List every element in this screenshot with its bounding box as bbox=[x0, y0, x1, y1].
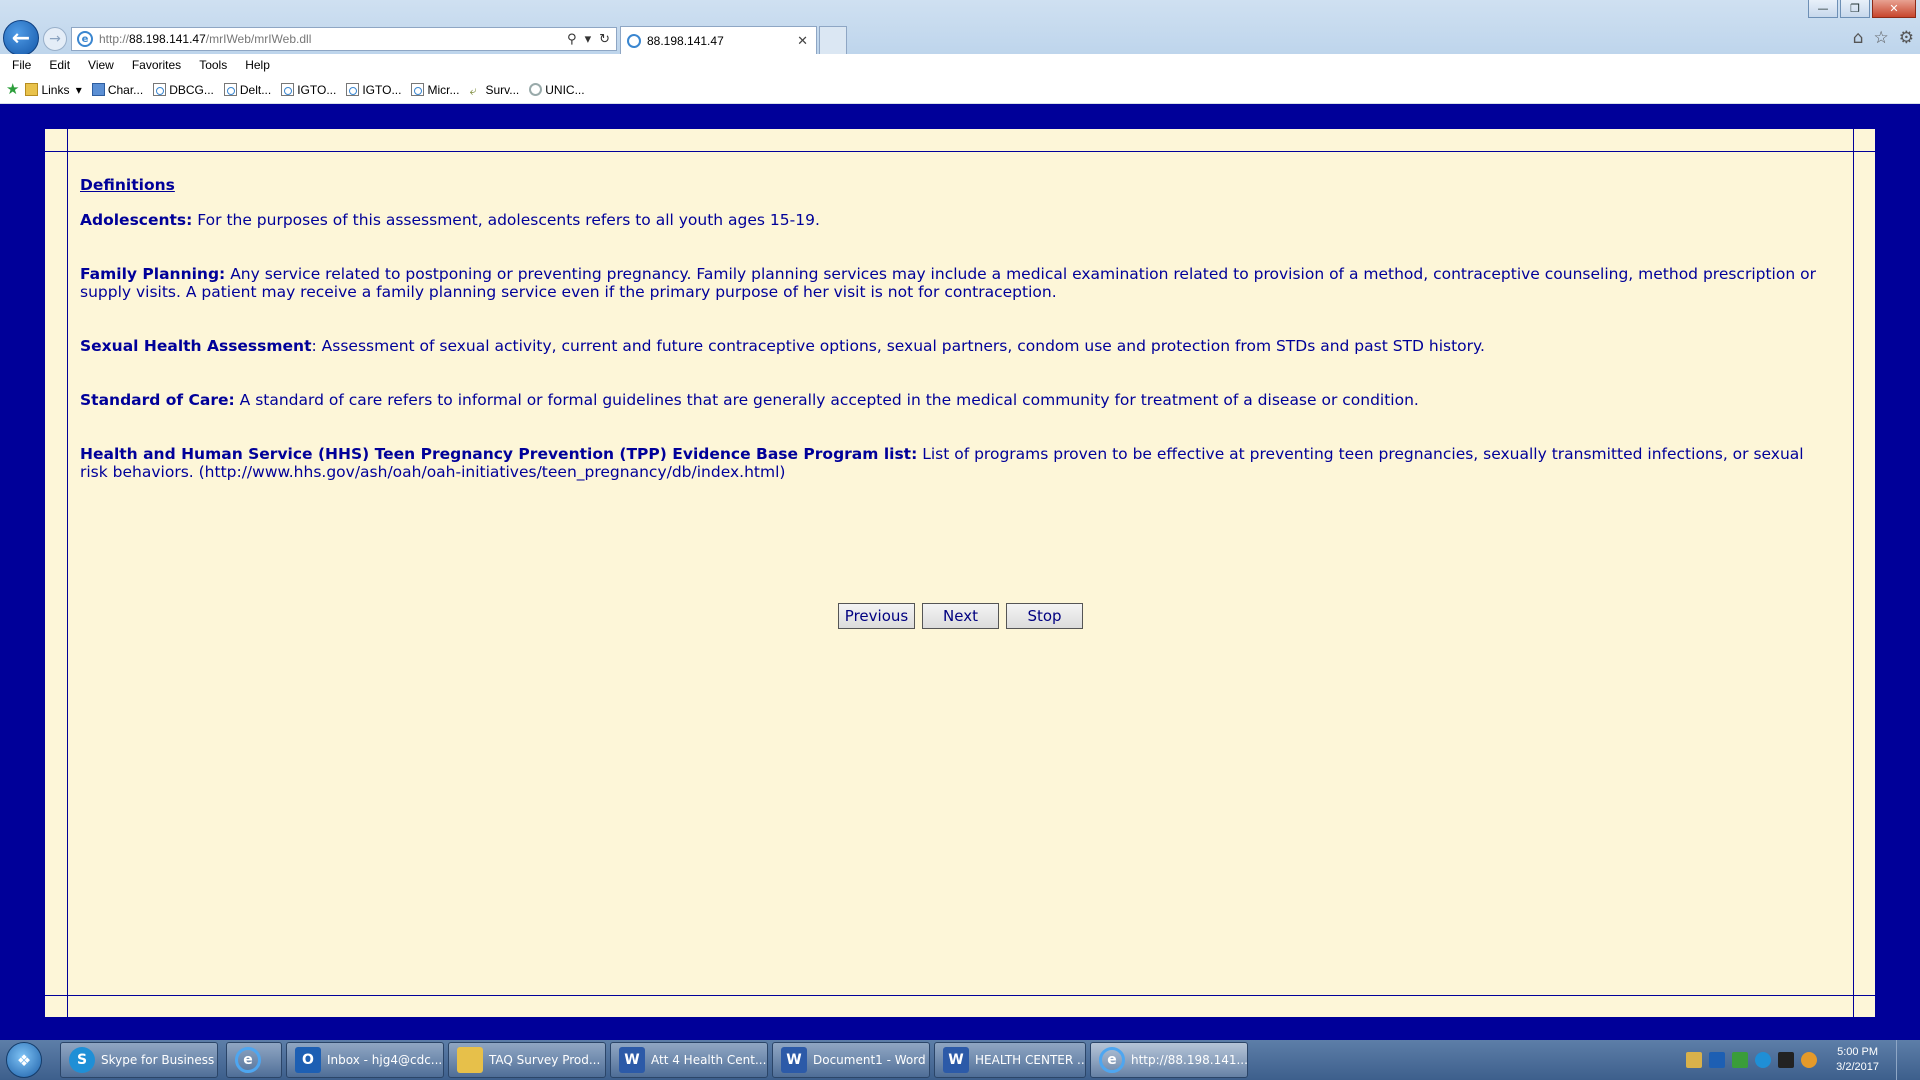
favorite-item[interactable]: IGTO... bbox=[346, 83, 401, 97]
menu-file[interactable]: File bbox=[10, 58, 33, 72]
volume-tray-icon[interactable] bbox=[1801, 1052, 1818, 1068]
new-tab-button[interactable] bbox=[819, 26, 847, 54]
menu-help[interactable]: Help bbox=[243, 58, 272, 72]
home-icon[interactable]: ⌂ bbox=[1853, 28, 1864, 48]
system-tray: 5:00 PM 3/2/2017 bbox=[1680, 1040, 1920, 1080]
browser-titlebar: ← → e http://88.198.141.47/mrIWeb/mrIWeb… bbox=[0, 0, 1920, 56]
forward-button[interactable]: → bbox=[43, 27, 67, 51]
taskbar-item-ie-pinned[interactable]: e bbox=[226, 1042, 282, 1078]
search-icon[interactable]: ⚲ bbox=[567, 32, 577, 47]
windows-logo-icon: ❖ bbox=[16, 1050, 32, 1070]
back-arrow-icon: ← bbox=[11, 25, 31, 51]
favorite-item[interactable]: IGTO... bbox=[281, 83, 336, 97]
add-favorite-star-icon[interactable]: ★ bbox=[6, 82, 19, 97]
menu-view[interactable]: View bbox=[86, 58, 116, 72]
definition-sexual-health-assessment: Sexual Health Assessment: Assessment of … bbox=[80, 337, 1485, 355]
definitions-content: Definitions Adolescents: For the purpose… bbox=[80, 176, 1830, 517]
tab-title: 88.198.141.47 bbox=[647, 33, 724, 48]
ie-tab-icon bbox=[627, 33, 641, 48]
taskbar-item-word-att4[interactable]: W Att 4 Health Cent... bbox=[610, 1042, 768, 1078]
ie-icon: e bbox=[1099, 1047, 1125, 1073]
minimize-button[interactable]: — bbox=[1808, 0, 1838, 18]
stop-button[interactable]: Stop bbox=[1006, 603, 1083, 629]
frame-border-top bbox=[45, 151, 1875, 152]
menu-favorites[interactable]: Favorites bbox=[130, 58, 183, 72]
page-icon bbox=[411, 83, 425, 96]
navigation-buttons: Previous Next Stop bbox=[838, 603, 1083, 629]
definition-standard-of-care: Standard of Care: A standard of care ref… bbox=[80, 391, 1419, 409]
mail-tray-icon[interactable] bbox=[1686, 1052, 1703, 1068]
taskbar-item-word-health-center[interactable]: W HEALTH CENTER ... bbox=[934, 1042, 1086, 1078]
menu-tools[interactable]: Tools bbox=[197, 58, 229, 72]
favorite-item[interactable]: Micr... bbox=[411, 83, 459, 97]
network-tray-icon[interactable] bbox=[1778, 1052, 1795, 1068]
frame-border-left bbox=[67, 129, 68, 1017]
page-icon bbox=[153, 83, 167, 96]
menu-edit[interactable]: Edit bbox=[47, 58, 72, 72]
frame-border-bottom bbox=[45, 995, 1875, 996]
definition-family-planning: Family Planning: Any service related to … bbox=[80, 265, 1816, 301]
taskbar: ❖ S Skype for Business e O Inbox - hjg4@… bbox=[0, 1040, 1920, 1080]
close-window-button[interactable]: ✕ bbox=[1872, 0, 1916, 18]
favorite-item[interactable]: UNIC... bbox=[529, 83, 585, 97]
word-icon: W bbox=[943, 1047, 969, 1073]
favorites-bar: ★ Links ▾ Char... DBCG... Delt... IGTO..… bbox=[0, 76, 1920, 104]
show-desktop-button[interactable] bbox=[1896, 1040, 1906, 1080]
back-button[interactable]: ← bbox=[3, 20, 39, 56]
favorite-item[interactable]: DBCG... bbox=[153, 83, 214, 97]
page-icon bbox=[346, 83, 360, 96]
start-button[interactable]: ❖ bbox=[6, 1042, 42, 1078]
frame-border-right bbox=[1853, 129, 1854, 1017]
next-button[interactable]: Next bbox=[922, 603, 999, 629]
favorite-item[interactable]: ⤶ Surv... bbox=[469, 83, 519, 99]
skype-tray-icon[interactable] bbox=[1755, 1052, 1772, 1068]
ie-icon: e bbox=[235, 1047, 261, 1073]
refresh-icon[interactable]: ↻ bbox=[599, 32, 610, 47]
gear-icon[interactable]: ⚙ bbox=[1899, 28, 1914, 48]
address-url[interactable]: http://88.198.141.47/mrIWeb/mrIWeb.dll bbox=[99, 32, 567, 46]
page-icon bbox=[281, 83, 295, 96]
favorite-item[interactable]: Char... bbox=[91, 83, 143, 97]
taskbar-item-ie-active[interactable]: e http://88.198.141.... bbox=[1090, 1042, 1248, 1078]
tab-active[interactable]: 88.198.141.47 ✕ bbox=[620, 26, 817, 54]
previous-button[interactable]: Previous bbox=[838, 603, 915, 629]
checkmark-tray-icon[interactable] bbox=[1732, 1052, 1749, 1068]
skype-icon: S bbox=[69, 1047, 95, 1073]
clock[interactable]: 5:00 PM 3/2/2017 bbox=[1836, 1045, 1879, 1075]
chevron-down-icon: ▾ bbox=[72, 82, 82, 97]
taskbar-item-word-document1[interactable]: W Document1 - Word bbox=[772, 1042, 930, 1078]
arrow-icon: ⤶ bbox=[469, 83, 477, 98]
taskbar-item-skype[interactable]: S Skype for Business bbox=[60, 1042, 218, 1078]
favorite-item[interactable]: Delt... bbox=[223, 83, 271, 97]
definition-adolescents: Adolescents: For the purposes of this as… bbox=[80, 211, 820, 229]
definitions-heading: Definitions bbox=[80, 176, 175, 194]
page-icon bbox=[223, 83, 237, 96]
outlook-tray-icon[interactable] bbox=[1709, 1052, 1726, 1068]
word-icon: W bbox=[619, 1047, 645, 1073]
definition-hhs-tpp-program-list: Health and Human Service (HHS) Teen Preg… bbox=[80, 445, 1804, 481]
close-tab-icon[interactable]: ✕ bbox=[797, 33, 808, 49]
taskbar-item-folder[interactable]: TAQ Survey Prod... bbox=[448, 1042, 606, 1078]
folder-icon bbox=[25, 83, 39, 96]
outlook-icon: O bbox=[295, 1047, 321, 1073]
dropdown-icon[interactable]: ▾ bbox=[585, 32, 592, 47]
restore-button[interactable]: ❐ bbox=[1840, 0, 1870, 18]
favorite-links[interactable]: Links ▾ bbox=[25, 82, 82, 97]
folder-icon bbox=[457, 1047, 483, 1073]
taskbar-item-outlook[interactable]: O Inbox - hjg4@cdc... bbox=[286, 1042, 444, 1078]
globe-icon bbox=[529, 83, 543, 96]
ie-page-icon: e bbox=[77, 31, 93, 47]
address-bar[interactable]: e http://88.198.141.47/mrIWeb/mrIWeb.dll… bbox=[71, 27, 617, 51]
favorites-star-icon[interactable]: ☆ bbox=[1874, 28, 1889, 48]
menu-bar: File Edit View Favorites Tools Help bbox=[0, 54, 1920, 76]
forward-arrow-icon: → bbox=[49, 31, 61, 47]
word-icon: W bbox=[781, 1047, 807, 1073]
chart-icon bbox=[91, 83, 105, 96]
